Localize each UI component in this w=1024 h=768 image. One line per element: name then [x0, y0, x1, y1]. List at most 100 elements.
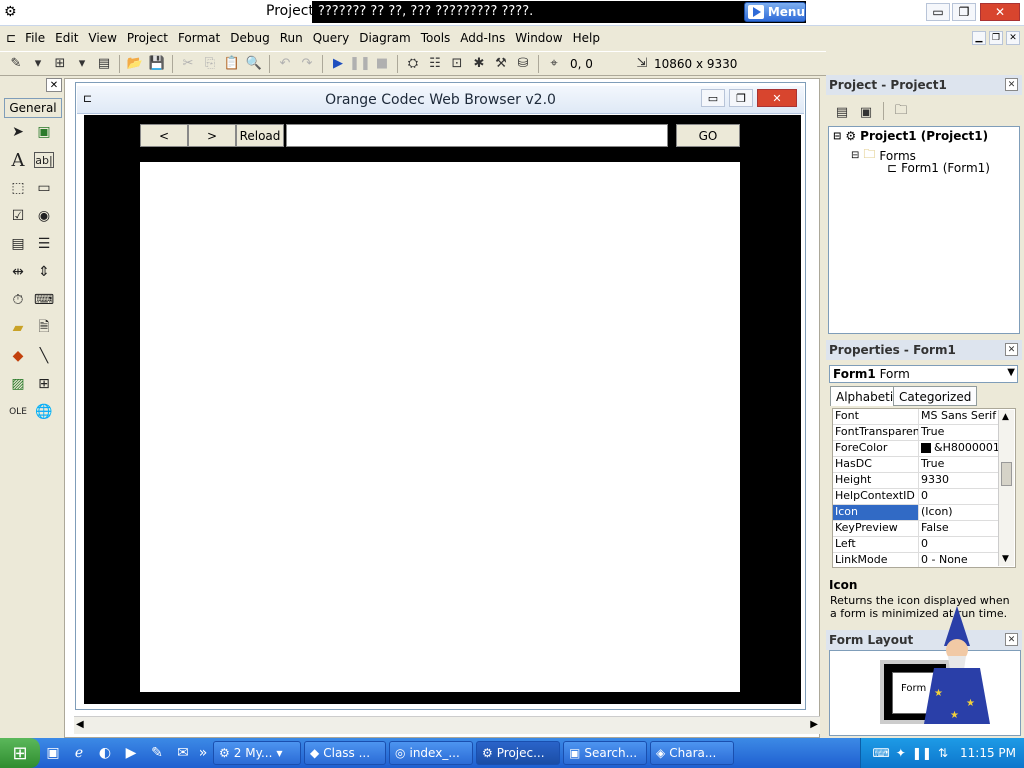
toolbox-close-button[interactable]: ✕ [46, 78, 62, 92]
data-view-icon[interactable]: ⛁ [513, 54, 533, 74]
checkbox-tool-icon[interactable]: ☑ [6, 204, 30, 228]
timer-tool-icon[interactable]: ⏱ [6, 288, 30, 312]
menu-project[interactable]: Project [122, 31, 173, 45]
open-folder-icon[interactable]: 📂 [125, 54, 145, 74]
tree-item-project[interactable]: ⊟ ⚙ Project1 (Project1) [833, 129, 988, 143]
property-row[interactable]: Height 9330 [833, 473, 999, 489]
stop-icon[interactable]: ■ [372, 54, 392, 74]
close-button[interactable]: ✕ [980, 3, 1020, 21]
chevron-down-icon[interactable]: ▼ [1007, 367, 1015, 378]
toolbox-tab-general[interactable]: General [4, 98, 62, 118]
menu-tools[interactable]: Tools [416, 31, 456, 45]
listbox-tool-icon[interactable]: ☰ [32, 232, 56, 256]
toggle-folders-icon[interactable]: 🗀 [891, 102, 911, 122]
optionbutton-tool-icon[interactable]: ◉ [32, 204, 56, 228]
go-button[interactable]: GO [676, 124, 740, 147]
add-form-icon[interactable]: ⊞ [50, 54, 70, 74]
project-explorer-icon[interactable]: ⛭ [403, 54, 423, 74]
form-maximize-button[interactable]: ❐ [729, 89, 753, 107]
vscrollbar-tool-icon[interactable]: ⇕ [32, 260, 56, 284]
media-player-icon[interactable]: ▶ [118, 742, 144, 764]
taskbar-item[interactable]: ◆ Class ... [304, 741, 386, 765]
quick-launch-icon[interactable]: ◐ [92, 742, 118, 764]
shape-tool-icon[interactable]: ◆ [6, 344, 30, 368]
menu-window[interactable]: Window [510, 31, 567, 45]
web-browser-tool-icon[interactable]: 🌐 [32, 400, 56, 424]
pointer-tool-icon[interactable]: ➤ [6, 120, 30, 144]
filelistbox-tool-icon[interactable]: 🗎 [32, 316, 56, 340]
copy-icon[interactable]: ⎘ [200, 54, 220, 74]
collapse-icon[interactable]: ⊟ [833, 131, 841, 142]
quick-launch-icon[interactable]: ▣ [40, 742, 66, 764]
property-row[interactable]: Font MS Sans Serif [833, 409, 999, 425]
pause-icon[interactable]: ❚❚ [912, 746, 932, 760]
save-icon[interactable]: 💾 [147, 54, 167, 74]
menu-add-ins[interactable]: Add-Ins [455, 31, 510, 45]
drivelistbox-tool-icon[interactable]: ⌨ [32, 288, 56, 312]
cut-icon[interactable]: ✂ [178, 54, 198, 74]
restore-button[interactable]: ❐ [952, 3, 976, 21]
taskbar-item-active[interactable]: ⚙ Projec... [476, 741, 560, 765]
add-project-icon[interactable]: ✎ [6, 54, 26, 74]
data-tool-icon[interactable]: ⊞ [32, 372, 56, 396]
redo-icon[interactable]: ↷ [297, 54, 317, 74]
mdi-restore-button[interactable]: ❐ [989, 31, 1003, 45]
network-icon[interactable]: ⇅ [938, 746, 948, 760]
combobox-tool-icon[interactable]: ▤ [6, 232, 30, 256]
start-icon[interactable]: ▶ [328, 54, 348, 74]
scroll-down-icon[interactable]: ▼ [1002, 554, 1009, 564]
start-button[interactable]: ⊞ [0, 738, 40, 768]
wizard-tray-icon[interactable]: ✦ [896, 746, 906, 760]
property-row[interactable]: HasDC True [833, 457, 999, 473]
web-browser-control[interactable] [140, 162, 740, 692]
line-tool-icon[interactable]: ╲ [32, 344, 56, 368]
designer-hscrollbar[interactable]: ◀ ▶ [74, 716, 820, 734]
properties-window-icon[interactable]: ☷ [425, 54, 445, 74]
taskbar-item[interactable]: ◎ index_... [389, 741, 473, 765]
scroll-left-icon[interactable]: ◀ [76, 719, 84, 730]
keyboard-icon[interactable]: ⌨ [872, 746, 889, 760]
taskbar-item[interactable]: ◈ Chara... [650, 741, 734, 765]
menu-editor-icon[interactable]: ▤ [94, 54, 114, 74]
tab-categorized[interactable]: Categorized [893, 386, 978, 406]
scroll-thumb[interactable] [1001, 462, 1012, 486]
label-tool-icon[interactable]: A [6, 148, 30, 172]
quick-launch-icon[interactable]: ✎ [144, 742, 170, 764]
textbox-tool-icon[interactable]: ab| [34, 152, 54, 168]
form-layout-panel-close-button[interactable]: ✕ [1005, 633, 1018, 646]
property-row[interactable]: FontTransparent True [833, 425, 999, 441]
scroll-up-icon[interactable]: ▲ [1002, 412, 1009, 422]
menu-edit[interactable]: Edit [50, 31, 83, 45]
dirlistbox-tool-icon[interactable]: ▰ [6, 316, 30, 340]
property-row[interactable]: HelpContextID 0 [833, 489, 999, 505]
taskbar-item[interactable]: ▣ Search... [563, 741, 647, 765]
image-tool-icon[interactable]: ▨ [6, 372, 30, 396]
menu-diagram[interactable]: Diagram [354, 31, 416, 45]
menu-help[interactable]: Help [568, 31, 605, 45]
menu-query[interactable]: Query [308, 31, 354, 45]
property-row[interactable]: ForeColor&H80000012 [833, 441, 999, 457]
properties-vscrollbar[interactable]: ▲ ▼ [998, 410, 1014, 566]
toolbox-icon[interactable]: ⚒ [491, 54, 511, 74]
quick-launch-icon[interactable]: ✉ [170, 742, 196, 764]
back-button[interactable]: < [140, 124, 188, 147]
forward-button[interactable]: > [188, 124, 236, 147]
menu-file[interactable]: File [20, 31, 50, 45]
object-browser-icon[interactable]: ✱ [469, 54, 489, 74]
project-panel-close-button[interactable]: ✕ [1005, 78, 1018, 91]
wizard-assistant-character[interactable]: ★ ★ ★ [920, 606, 994, 724]
mdi-minimize-button[interactable]: ▁ [972, 31, 986, 45]
form-layout-icon[interactable]: ⊡ [447, 54, 467, 74]
internet-explorer-icon[interactable]: ℯ [66, 742, 92, 764]
tree-item-form1[interactable]: ⊏ Form1 (Form1) [887, 161, 990, 175]
properties-panel-close-button[interactable]: ✕ [1005, 343, 1018, 356]
paste-icon[interactable]: 📋 [222, 54, 242, 74]
break-icon[interactable]: ❚❚ [349, 54, 371, 74]
menu-view[interactable]: View [83, 31, 121, 45]
quick-launch-more-icon[interactable]: » [196, 742, 210, 764]
address-input[interactable] [286, 124, 668, 147]
view-code-icon[interactable]: ▤ [832, 102, 852, 122]
hscrollbar-tool-icon[interactable]: ⇹ [6, 260, 30, 284]
collapse-icon[interactable]: ⊟ [851, 150, 859, 161]
mdi-close-button[interactable]: ✕ [1006, 31, 1020, 45]
